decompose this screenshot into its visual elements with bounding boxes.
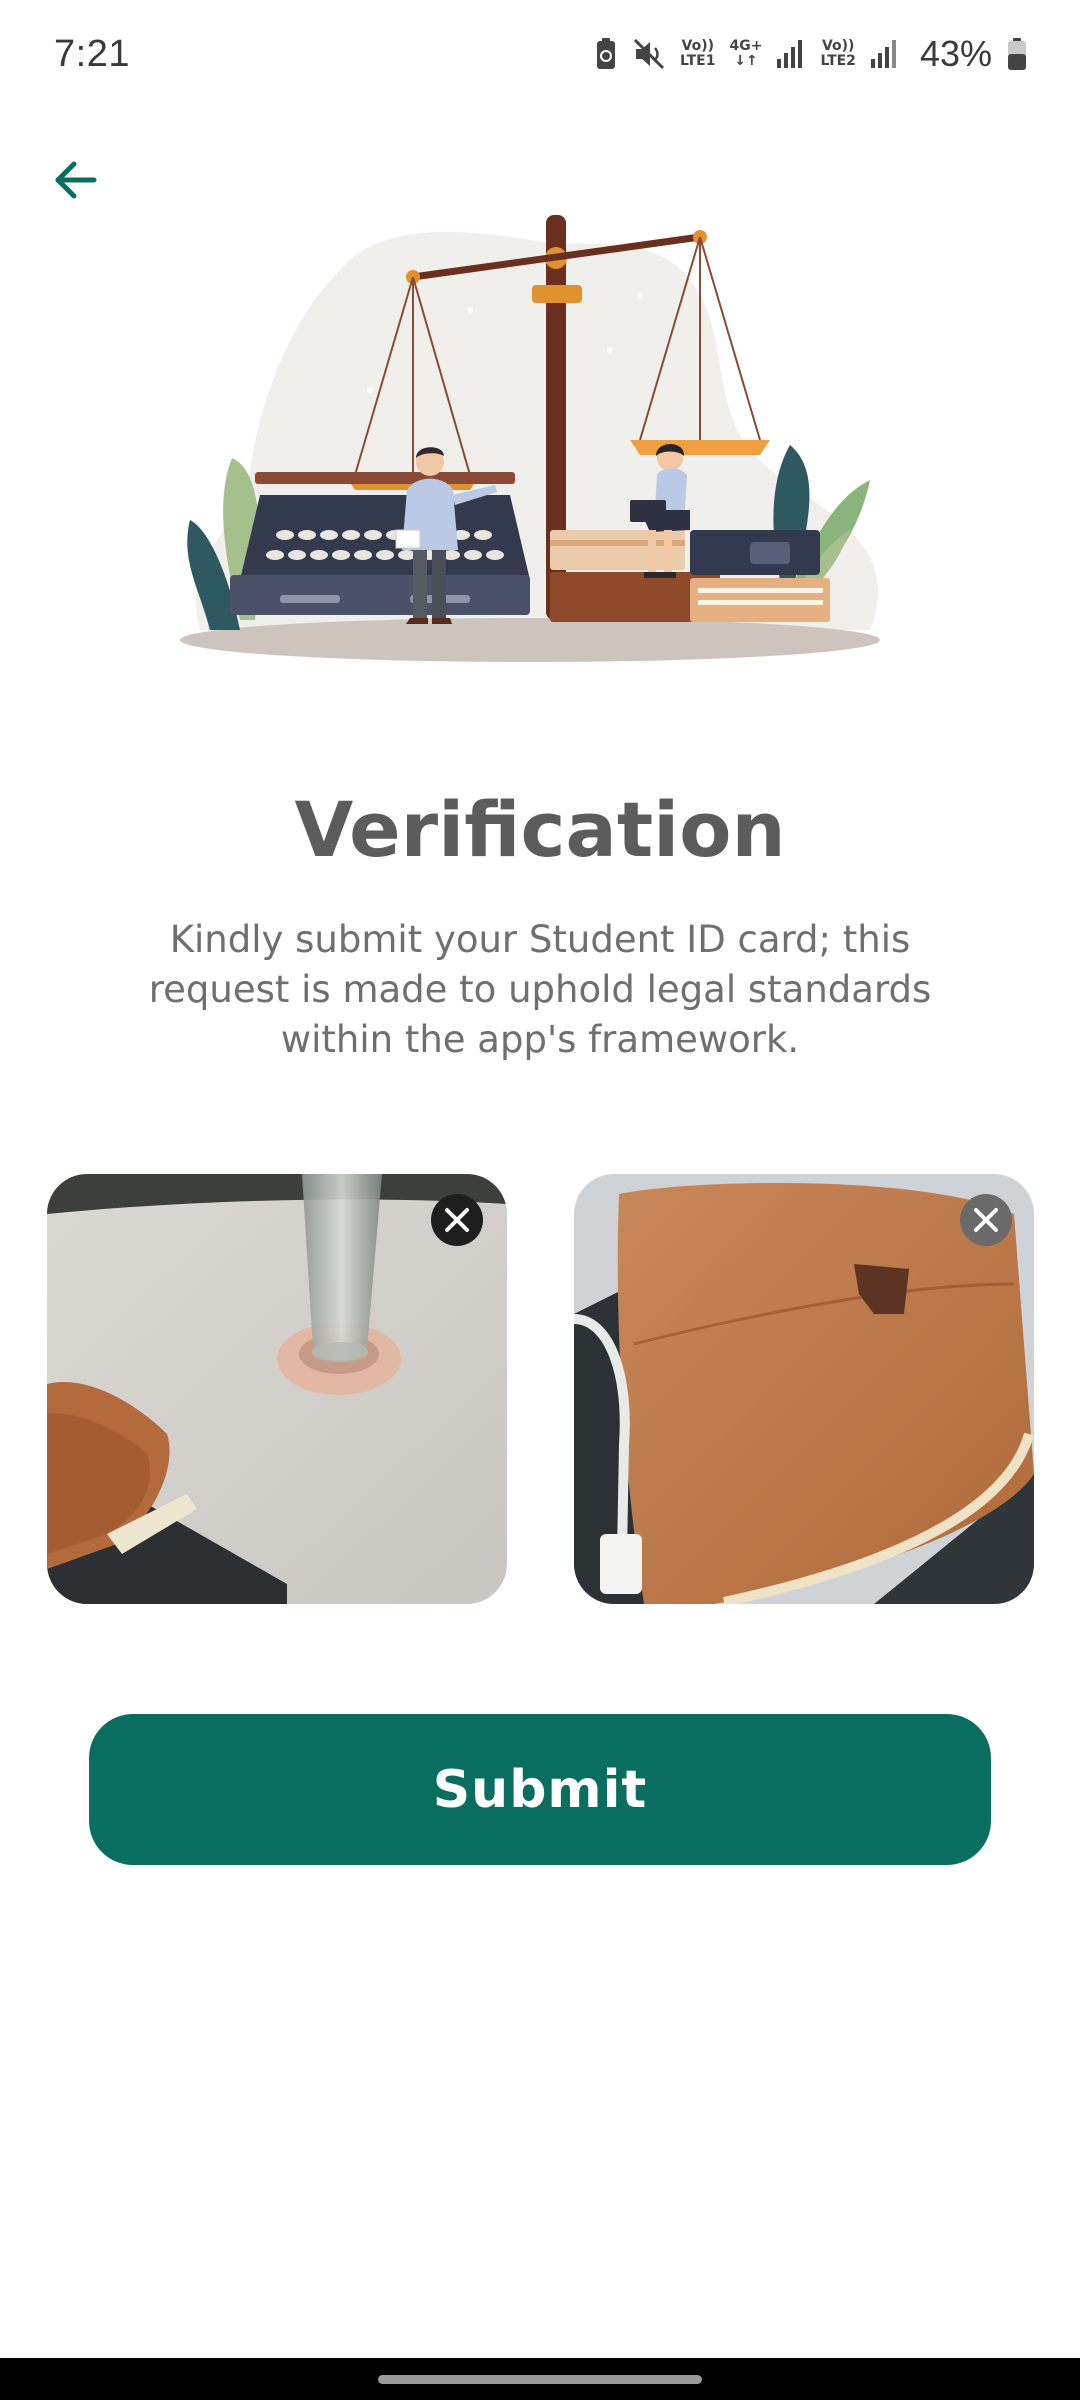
navigation-bar	[0, 2358, 1080, 2400]
network-type-label: 4G+ ↓↑	[729, 38, 763, 69]
battery-saver-icon	[597, 38, 616, 69]
mute-icon	[633, 38, 665, 70]
close-icon	[445, 1208, 469, 1232]
status-icons: Vo)) LTE1 4G+ ↓↑ Vo)) LTE2 43%	[594, 33, 1028, 75]
uploaded-photo-front[interactable]	[47, 1174, 507, 1604]
page-title: Verification	[294, 785, 786, 874]
back-button[interactable]	[46, 150, 106, 210]
close-icon	[974, 1208, 998, 1232]
sim1-label: Vo)) LTE1	[680, 38, 716, 69]
uploaded-photo-back[interactable]	[574, 1174, 1034, 1604]
legal-scales-illustration	[180, 215, 880, 662]
signal-icon	[777, 40, 803, 68]
remove-photo-button[interactable]	[431, 1194, 483, 1246]
home-indicator[interactable]	[378, 2375, 702, 2384]
status-time: 7:21	[54, 32, 130, 75]
battery-icon	[1008, 38, 1026, 70]
submit-button[interactable]: Submit	[89, 1714, 991, 1865]
arrow-left-icon	[55, 161, 97, 199]
verification-screen: 7:21 Vo)) LTE1 4G+ ↓↑ Vo)) LTE2 43% Veri…	[0, 0, 1080, 2400]
sim2-label: Vo)) LTE2	[820, 38, 856, 69]
page-description: Kindly submit your Student ID card; this…	[148, 918, 932, 1061]
battery-percent: 43%	[919, 33, 992, 74]
photo-thumbnail	[574, 1174, 1034, 1604]
signal-icon	[870, 40, 896, 68]
status-bar: 7:21 Vo)) LTE1 4G+ ↓↑ Vo)) LTE2 43%	[0, 0, 1080, 108]
remove-photo-button[interactable]	[960, 1194, 1012, 1246]
